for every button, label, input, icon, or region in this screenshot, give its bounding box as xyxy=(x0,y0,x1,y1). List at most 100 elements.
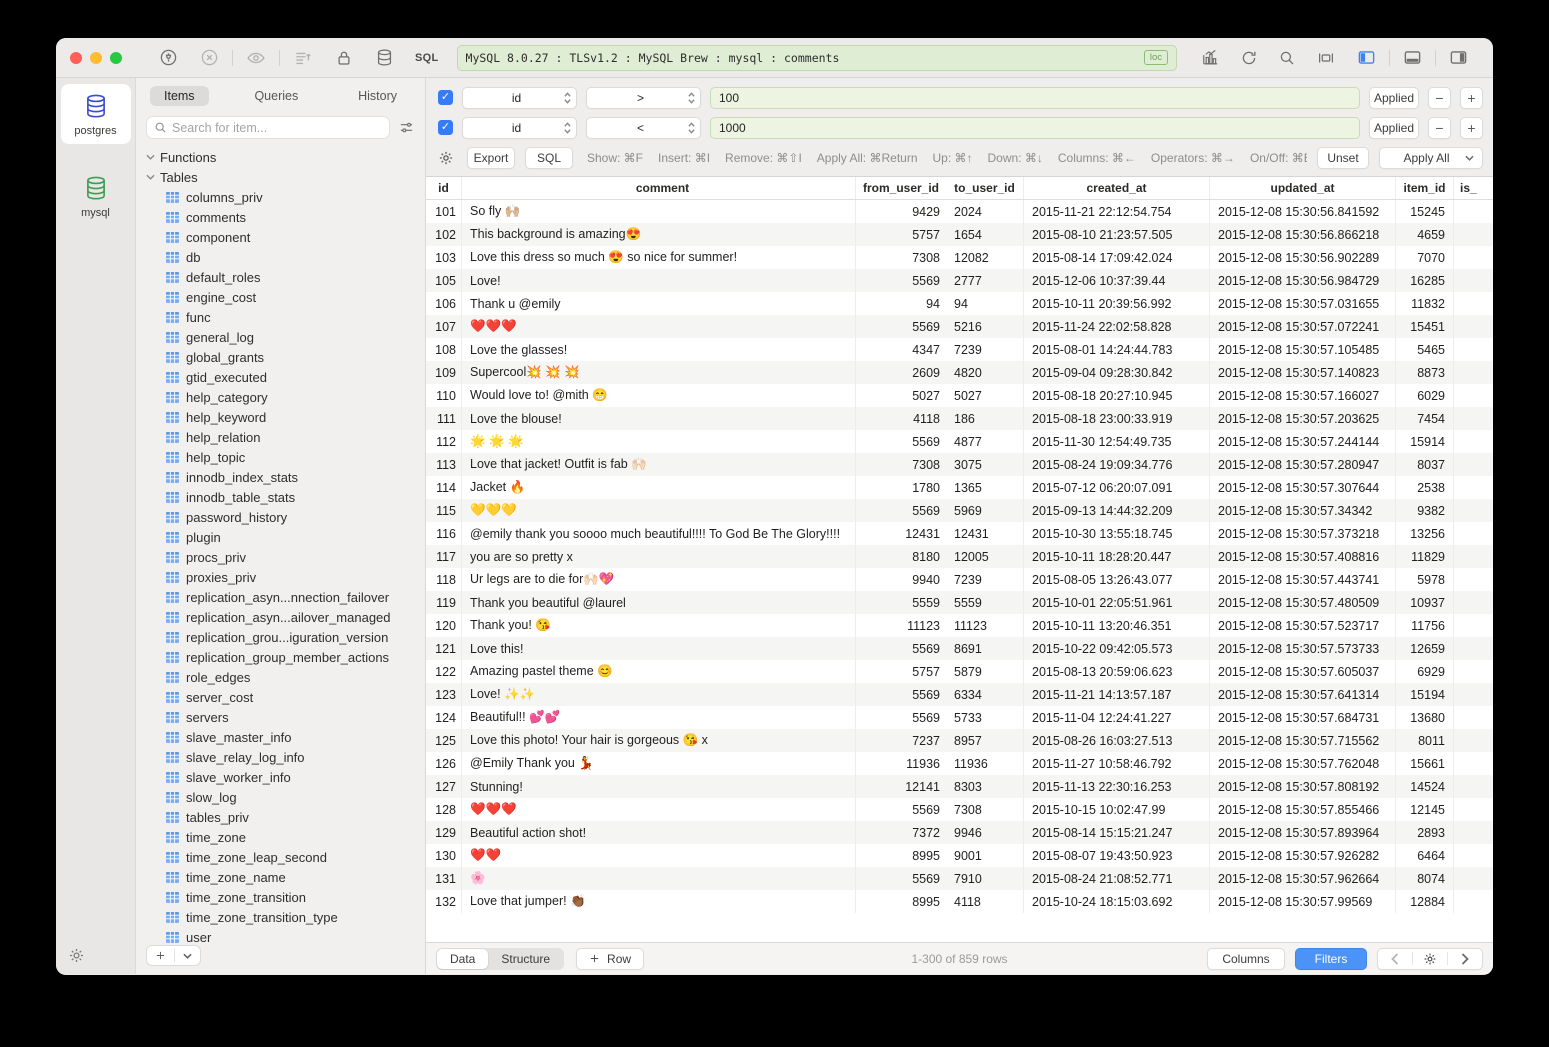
column-header-id[interactable]: id xyxy=(426,177,462,199)
sidebar-table-item[interactable]: innodb_table_stats xyxy=(136,487,425,507)
tree-section-functions[interactable]: Functions xyxy=(136,147,425,167)
sidebar-table-item[interactable]: role_edges xyxy=(136,667,425,687)
applied-button[interactable]: Applied xyxy=(1369,117,1419,139)
filter-operator-select[interactable]: > xyxy=(586,87,701,109)
sidebar-table-item[interactable]: innodb_index_stats xyxy=(136,467,425,487)
sidebar-table-item[interactable]: replication_asyn...ailover_managed xyxy=(136,607,425,627)
table-row[interactable]: 131 🌸 5569 7910 2015-08-24 21:08:52.771 … xyxy=(426,867,1493,890)
table-row[interactable]: 107 ❤️❤️❤️ 5569 5216 2015-11-24 22:02:58… xyxy=(426,315,1493,338)
toggle-left-panel-icon[interactable] xyxy=(1356,48,1377,67)
sidebar-table-item[interactable]: columns_priv xyxy=(136,187,425,207)
sidebar-table-item[interactable]: user xyxy=(136,927,425,947)
table-row[interactable]: 115 💛💛💛 5569 5969 2015-09-13 14:44:32.20… xyxy=(426,499,1493,522)
filter-sliders-icon[interactable] xyxy=(398,120,415,135)
sidebar-table-item[interactable]: password_history xyxy=(136,507,425,527)
sql-button[interactable]: SQL xyxy=(525,147,573,169)
table-row[interactable]: 118 Ur legs are to die for🙌🏻💖 9940 7239 … xyxy=(426,568,1493,591)
table-row[interactable]: 128 ❤️❤️❤️ 5569 7308 2015-10-15 10:02:47… xyxy=(426,798,1493,821)
sidebar-table-item[interactable]: tables_priv xyxy=(136,807,425,827)
sidebar-table-item[interactable]: time_zone xyxy=(136,827,425,847)
page-settings-gear-icon[interactable] xyxy=(1413,949,1447,969)
connection-postgres[interactable]: postgres xyxy=(61,84,131,144)
table-row[interactable]: 120 Thank you! 😘 11123 11123 2015-10-11 … xyxy=(426,614,1493,637)
filter-operator-select[interactable]: < xyxy=(586,117,701,139)
sidebar-table-item[interactable]: procs_priv xyxy=(136,547,425,567)
table-row[interactable]: 127 Stunning! 12141 8303 2015-11-13 22:3… xyxy=(426,775,1493,798)
column-header-from-user-id[interactable]: from_user_id xyxy=(856,177,946,199)
column-header-to-user-id[interactable]: to_user_id xyxy=(946,177,1024,199)
sidebar-table-item[interactable]: component xyxy=(136,227,425,247)
sidebar-table-item[interactable]: slave_relay_log_info xyxy=(136,747,425,767)
structure-tab[interactable]: Structure xyxy=(488,949,563,969)
sidebar-table-item[interactable]: slow_log xyxy=(136,787,425,807)
next-page-icon[interactable] xyxy=(1448,949,1482,969)
table-row[interactable]: 108 Love the glasses! 4347 7239 2015-08-… xyxy=(426,338,1493,361)
data-tab[interactable]: Data xyxy=(437,949,488,969)
search-icon[interactable] xyxy=(1278,49,1296,67)
sidebar-table-item[interactable]: slave_worker_info xyxy=(136,767,425,787)
column-header-is[interactable]: is_ xyxy=(1454,177,1493,199)
connect-icon[interactable] xyxy=(159,48,178,67)
sidebar-table-item[interactable]: func xyxy=(136,307,425,327)
column-header-created-at[interactable]: created_at xyxy=(1024,177,1210,199)
filter-enabled-checkbox[interactable]: ✓ xyxy=(438,90,453,105)
sidebar-table-item[interactable]: time_zone_transition_type xyxy=(136,907,425,927)
sidebar-table-item[interactable]: gtid_executed xyxy=(136,367,425,387)
sidebar-table-item[interactable]: slave_master_info xyxy=(136,727,425,747)
filter-column-select[interactable]: id xyxy=(462,87,577,109)
table-row[interactable]: 123 Love! ✨✨ 5569 6334 2015-11-21 14:13:… xyxy=(426,683,1493,706)
settings-gear-icon[interactable] xyxy=(68,947,85,964)
sidebar-table-item[interactable]: time_zone_leap_second xyxy=(136,847,425,867)
table-row[interactable]: 126 @Emily Thank you 💃 11936 11936 2015-… xyxy=(426,752,1493,775)
lock-icon[interactable] xyxy=(335,49,353,67)
filters-button[interactable]: Filters xyxy=(1295,948,1367,970)
table-row[interactable]: 132 Love that jumper! 👏🏾 8995 4118 2015-… xyxy=(426,890,1493,913)
table-row[interactable]: 116 @emily thank you soooo much beautifu… xyxy=(426,522,1493,545)
database-icon[interactable] xyxy=(375,48,394,67)
sidebar-table-item[interactable]: help_relation xyxy=(136,427,425,447)
table-row[interactable]: 110 Would love to! @mith 😁 5027 5027 201… xyxy=(426,384,1493,407)
table-row[interactable]: 103 Love this dress so much 😍 so nice fo… xyxy=(426,246,1493,269)
chart-icon[interactable] xyxy=(1201,48,1220,67)
query-log-icon[interactable] xyxy=(293,48,313,68)
table-row[interactable]: 122 Amazing pastel theme 😊 5757 5879 201… xyxy=(426,660,1493,683)
preview-eye-icon[interactable] xyxy=(246,48,266,68)
apply-all-button[interactable]: Apply All xyxy=(1379,147,1483,169)
filter-column-select[interactable]: id xyxy=(462,117,577,139)
columns-button[interactable]: Columns xyxy=(1207,948,1285,970)
add-item-plus-button[interactable] xyxy=(147,946,174,965)
sidebar-table-item[interactable]: replication_group_member_actions xyxy=(136,647,425,667)
table-row[interactable]: 121 Love this! 5569 8691 2015-10-22 09:4… xyxy=(426,637,1493,660)
sidebar-table-item[interactable]: server_cost xyxy=(136,687,425,707)
sidebar-table-item[interactable]: replication_grou...iguration_version xyxy=(136,627,425,647)
export-button[interactable]: Export xyxy=(467,147,515,169)
sidebar-table-item[interactable]: db xyxy=(136,247,425,267)
table-row[interactable]: 117 you are so pretty x 8180 12005 2015-… xyxy=(426,545,1493,568)
table-row[interactable]: 111 Love the blouse! 4118 186 2015-08-18… xyxy=(426,407,1493,430)
table-row[interactable]: 105 Love! 5569 2777 2015-12-06 10:37:39.… xyxy=(426,269,1493,292)
table-row[interactable]: 102 This background is amazing😍 5757 165… xyxy=(426,223,1493,246)
table-row[interactable]: 106 Thank u @emily 94 94 2015-10-11 20:3… xyxy=(426,292,1493,315)
sidebar-table-item[interactable]: plugin xyxy=(136,527,425,547)
toggle-right-panel-icon[interactable] xyxy=(1448,48,1469,67)
sidebar-table-item[interactable]: comments xyxy=(136,207,425,227)
filter-value-input[interactable]: 100 xyxy=(710,87,1360,109)
table-row[interactable]: 119 Thank you beautiful @laurel 5559 555… xyxy=(426,591,1493,614)
add-item-menu-button[interactable] xyxy=(175,946,200,965)
table-row[interactable]: 101 So fly 🙌🏼 9429 2024 2015-11-21 22:12… xyxy=(426,200,1493,223)
sidebar-table-item[interactable]: time_zone_name xyxy=(136,867,425,887)
applied-button[interactable]: Applied xyxy=(1369,87,1419,109)
sql-editor-icon[interactable]: SQL xyxy=(415,52,439,64)
zoom-window-button[interactable] xyxy=(110,52,122,64)
minimize-window-button[interactable] xyxy=(90,52,102,64)
table-row[interactable]: 112 🌟 🌟 🌟 5569 4877 2015-11-30 12:54:49.… xyxy=(426,430,1493,453)
column-header-updated-at[interactable]: updated_at xyxy=(1210,177,1396,199)
table-row[interactable]: 129 Beautiful action shot! 7372 9946 201… xyxy=(426,821,1493,844)
connection-mysql[interactable]: mysql xyxy=(61,166,131,226)
item-search-input[interactable]: Search for item... xyxy=(146,116,390,139)
toggle-bottom-panel-icon[interactable] xyxy=(1402,48,1423,67)
add-filter-button[interactable]: + xyxy=(1460,117,1483,139)
add-row-button[interactable]: Row xyxy=(576,948,644,970)
column-header-comment[interactable]: comment xyxy=(462,177,856,199)
table-row[interactable]: 113 Love that jacket! Outfit is fab 🙌🏻 7… xyxy=(426,453,1493,476)
